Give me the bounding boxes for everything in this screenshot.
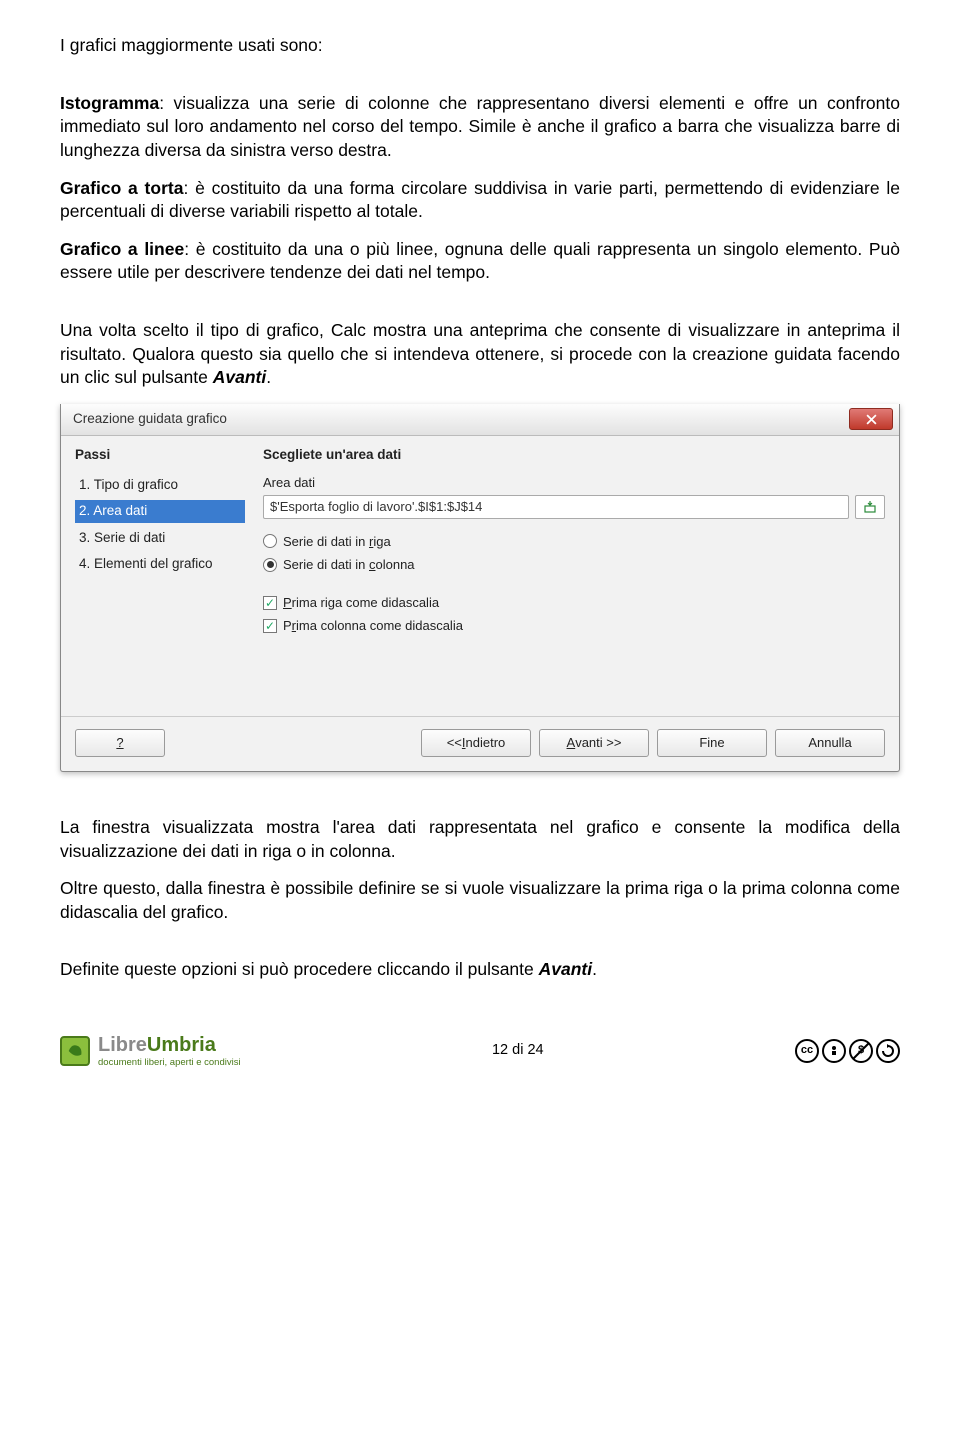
page-number: 12 di 24: [492, 1041, 544, 1061]
back-button[interactable]: << Indietro: [421, 729, 531, 757]
checkbox-icon: [263, 619, 277, 633]
area-dati-label: Area dati: [263, 474, 885, 492]
page-footer: LibreUmbria documenti liberi, aperti e c…: [60, 1032, 900, 1070]
logo: LibreUmbria documenti liberi, aperti e c…: [60, 1032, 241, 1070]
cc-icon: cc: [795, 1039, 819, 1063]
radio-icon: [263, 534, 277, 548]
radio-riga-row[interactable]: Serie di dati in riga: [263, 533, 885, 551]
radio-colonna-row[interactable]: Serie di dati in colonna: [263, 556, 885, 574]
final-body-a: Definite queste opzioni si può procedere…: [60, 959, 539, 979]
nc-icon: $: [849, 1039, 873, 1063]
after-dialog-para1: La finestra visualizzata mostra l'area d…: [60, 816, 900, 863]
torta-para: Grafico a torta: è costituito da una for…: [60, 177, 900, 224]
close-button[interactable]: [849, 408, 893, 430]
preview-body-a: Una volta scelto il tipo di grafico, Cal…: [60, 320, 900, 387]
license-badges: cc $: [795, 1039, 900, 1063]
range-picker-button[interactable]: [855, 495, 885, 519]
preview-avanti: Avanti: [213, 367, 266, 387]
checkbox-prima-colonna-label: Prima colonna come didascalia: [283, 617, 463, 635]
area-dati-input[interactable]: [263, 495, 849, 519]
cancel-button[interactable]: Annulla: [775, 729, 885, 757]
checkbox-icon: [263, 596, 277, 610]
linee-label: Grafico a linee: [60, 239, 184, 259]
final-para: Definite queste opzioni si può procedere…: [60, 958, 900, 982]
after-dialog-para2: Oltre questo, dalla finestra è possibile…: [60, 877, 900, 924]
steps-title: Passi: [75, 446, 245, 464]
final-avanti: Avanti: [539, 959, 592, 979]
step-1[interactable]: 1. Tipo di grafico: [75, 474, 245, 496]
linee-body: : è costituito da una o più linee, ognun…: [60, 239, 900, 283]
preview-body-c: .: [266, 367, 271, 387]
steps-column: Passi 1. Tipo di grafico 2. Area dati 3.…: [75, 446, 245, 706]
step-2[interactable]: 2. Area dati: [75, 500, 245, 522]
by-icon: [822, 1039, 846, 1063]
help-button[interactable]: ?: [75, 729, 165, 757]
checkbox-prima-riga-label: Prima riga come didascalia: [283, 594, 439, 612]
checkbox-prima-riga-row[interactable]: Prima riga come didascalia: [263, 594, 885, 612]
radio-icon: [263, 558, 277, 572]
finish-button[interactable]: Fine: [657, 729, 767, 757]
close-icon: [866, 414, 877, 425]
wizard-dialog: Creazione guidata grafico Passi 1. Tipo …: [60, 404, 900, 772]
logo-subtitle: documenti liberi, aperti e condivisi: [98, 1057, 241, 1070]
logo-text: LibreUmbria: [98, 1032, 241, 1059]
final-body-c: .: [592, 959, 597, 979]
intro-text: I grafici maggiormente usati sono:: [60, 34, 900, 58]
main-title: Scegliete un'area dati: [263, 446, 885, 464]
preview-para: Una volta scelto il tipo di grafico, Cal…: [60, 319, 900, 390]
radio-colonna-label: Serie di dati in colonna: [283, 556, 415, 574]
torta-body: : è costituito da una forma circolare su…: [60, 178, 900, 222]
istogramma-label: Istogramma: [60, 93, 159, 113]
step-4[interactable]: 4. Elementi del grafico: [75, 553, 245, 575]
dialog-titlebar: Creazione guidata grafico: [61, 404, 899, 436]
torta-label: Grafico a torta: [60, 178, 183, 198]
main-column: Scegliete un'area dati Area dati Serie d…: [263, 446, 885, 706]
dialog-title: Creazione guidata grafico: [73, 410, 227, 428]
istogramma-body: : visualizza una serie di colonne che ra…: [60, 93, 900, 160]
sa-icon: [876, 1039, 900, 1063]
dialog-footer: ? << Indietro Avanti >> Fine Annulla: [61, 716, 899, 771]
shrink-icon: [863, 500, 877, 514]
checkbox-prima-colonna-row[interactable]: Prima colonna come didascalia: [263, 617, 885, 635]
next-button[interactable]: Avanti >>: [539, 729, 649, 757]
logo-icon: [60, 1036, 90, 1066]
linee-para: Grafico a linee: è costituito da una o p…: [60, 238, 900, 285]
radio-riga-label: Serie di dati in riga: [283, 533, 391, 551]
istogramma-para: Istogramma: visualizza una serie di colo…: [60, 92, 900, 163]
step-3[interactable]: 3. Serie di dati: [75, 527, 245, 549]
